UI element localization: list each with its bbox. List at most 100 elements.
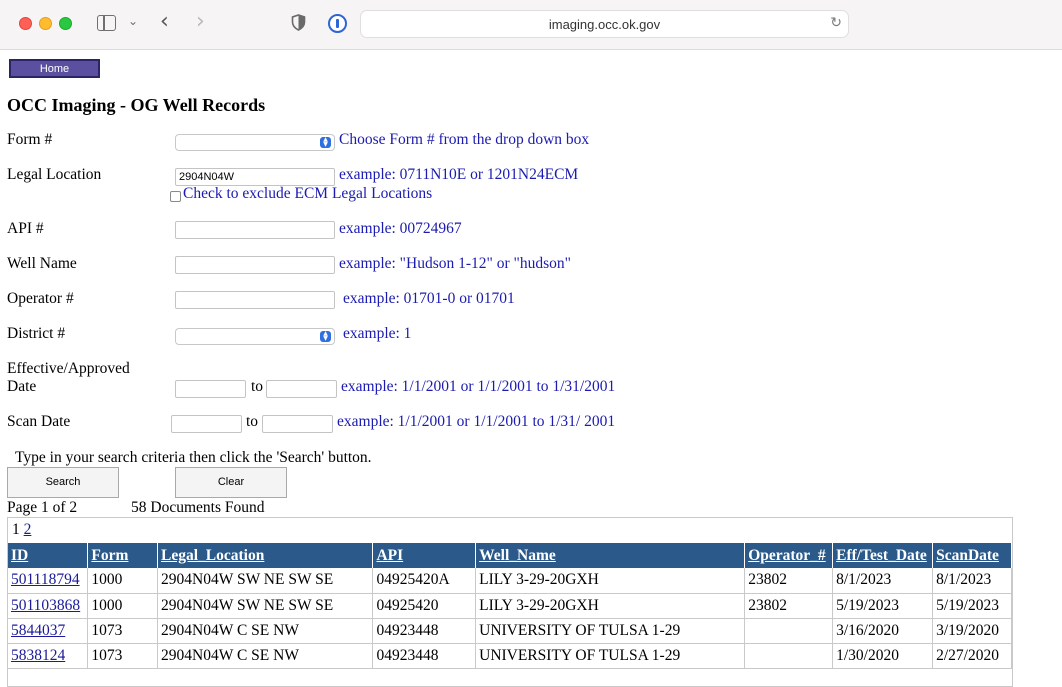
- effective-date-to-label: to: [251, 378, 264, 395]
- record-id-link[interactable]: 501118794: [11, 571, 80, 588]
- column-header-operator[interactable]: Operator_#: [744, 543, 834, 568]
- minimize-window-button[interactable]: [39, 17, 52, 30]
- table-row: 5844037 1073 2904N04W C SE NW 04923448 U…: [8, 618, 1012, 644]
- well-name-label: Well Name: [7, 255, 77, 272]
- cell-scan-date: 3/19/2020: [932, 618, 1012, 644]
- scan-date-hint: example: 1/1/2001 or 1/1/2001 to 1/31/ 2…: [337, 413, 616, 430]
- cell-eff-test-date: 3/16/2020: [832, 618, 934, 644]
- column-header-eff-test-date[interactable]: Eff/Test_Date: [832, 543, 934, 568]
- form-number-select[interactable]: ▲ ▼: [175, 134, 335, 151]
- table-row: 5838124 1073 2904N04W C SE NW 04923448 U…: [8, 643, 1012, 669]
- cell-api: 04923448: [372, 618, 477, 644]
- column-header-well-name[interactable]: Well_Name: [475, 543, 746, 568]
- page-info: Page 1 of 2: [7, 499, 78, 516]
- cell-operator: 23802: [744, 593, 834, 619]
- table-header-row: ID Form Legal_Location API Well_Name Ope…: [8, 543, 1012, 568]
- operator-hint: example: 01701-0 or 01701: [343, 290, 515, 307]
- exclude-ecm-label: Check to exclude ECM Legal Locations: [183, 185, 433, 202]
- cell-legal-location: 2904N04W SW NE SW SE: [157, 568, 374, 594]
- browser-toolbar: ⌄ ‹ › imaging.occ.ok.gov ↻: [0, 0, 1062, 50]
- effective-date-from-input[interactable]: [175, 380, 246, 398]
- effective-date-label-line2: Date: [7, 378, 37, 395]
- cell-form: 1000: [87, 593, 159, 619]
- cell-well-name: UNIVERSITY OF TULSA 1-29: [475, 618, 746, 644]
- api-input[interactable]: [175, 221, 335, 239]
- scan-date-to-input[interactable]: [262, 415, 333, 433]
- cell-legal-location: 2904N04W C SE NW: [157, 643, 374, 669]
- select-arrows-icon: ▲ ▼: [320, 331, 331, 342]
- cell-api: 04923448: [372, 643, 477, 669]
- column-header-legal-location[interactable]: Legal_Location: [157, 543, 374, 568]
- column-header-scan-date[interactable]: ScanDate: [932, 543, 1012, 568]
- cell-operator: [744, 618, 834, 644]
- operator-input[interactable]: [175, 291, 335, 309]
- api-hint: example: 00724967: [339, 220, 462, 237]
- table-row: 501118794 1000 2904N04W SW NE SW SE 0492…: [8, 568, 1012, 594]
- search-button[interactable]: Search: [7, 467, 119, 498]
- record-id-link[interactable]: 5838124: [11, 647, 65, 664]
- password-manager-icon[interactable]: [328, 14, 347, 33]
- back-icon[interactable]: ‹: [160, 9, 169, 34]
- effective-date-label-line1: Effective/Approved: [7, 360, 130, 377]
- exclude-ecm-checkbox[interactable]: [170, 191, 181, 202]
- operator-label: Operator #: [7, 290, 74, 307]
- legal-location-input[interactable]: 2904N04W: [175, 168, 335, 186]
- chevron-down-icon[interactable]: ⌄: [128, 14, 138, 28]
- cell-form: 1073: [87, 618, 159, 644]
- cell-eff-test-date: 8/1/2023: [832, 568, 934, 594]
- cell-operator: [744, 643, 834, 669]
- legal-location-label: Legal Location: [7, 166, 102, 183]
- cell-legal-location: 2904N04W SW NE SW SE: [157, 593, 374, 619]
- record-id-link[interactable]: 5844037: [11, 622, 65, 639]
- cell-scan-date: 2/27/2020: [932, 643, 1012, 669]
- page-title: OCC Imaging - OG Well Records: [7, 95, 266, 115]
- column-header-api[interactable]: API: [372, 543, 477, 568]
- url-text: imaging.occ.ok.gov: [548, 17, 661, 32]
- reload-icon[interactable]: ↻: [830, 15, 842, 31]
- cell-well-name: LILY 3-29-20GXH: [475, 568, 746, 594]
- legal-location-hint: example: 0711N10E or 1201N24ECM: [339, 166, 579, 183]
- forward-icon[interactable]: ›: [196, 9, 205, 34]
- form-number-hint: Choose Form # from the drop down box: [339, 131, 590, 148]
- column-header-id[interactable]: ID: [8, 543, 89, 568]
- zoom-window-button[interactable]: [59, 17, 72, 30]
- cell-well-name: UNIVERSITY OF TULSA 1-29: [475, 643, 746, 669]
- cell-api: 04925420: [372, 593, 477, 619]
- record-id-link[interactable]: 501103868: [11, 597, 80, 614]
- sidebar-icon[interactable]: [97, 15, 116, 31]
- column-header-form[interactable]: Form: [87, 543, 159, 568]
- shield-icon[interactable]: [291, 14, 306, 31]
- effective-date-to-input[interactable]: [266, 380, 337, 398]
- address-bar[interactable]: imaging.occ.ok.gov ↻: [360, 10, 849, 38]
- cell-form: 1000: [87, 568, 159, 594]
- scan-date-from-input[interactable]: [171, 415, 242, 433]
- scan-date-to-label: to: [246, 413, 259, 430]
- district-label: District #: [7, 325, 66, 342]
- form-number-label: Form #: [7, 131, 53, 148]
- results-table: ID Form Legal_Location API Well_Name Ope…: [8, 543, 1012, 669]
- cell-operator: 23802: [744, 568, 834, 594]
- clear-button[interactable]: Clear: [175, 467, 287, 498]
- results-panel: 1 2 ID Form Legal_Location API Well_Name…: [7, 517, 1013, 687]
- well-name-input[interactable]: [175, 256, 335, 274]
- cell-api: 04925420A: [372, 568, 477, 594]
- cell-scan-date: 8/1/2023: [932, 568, 1012, 594]
- table-row: 501103868 1000 2904N04W SW NE SW SE 0492…: [8, 593, 1012, 619]
- cell-scan-date: 5/19/2023: [932, 593, 1012, 619]
- pager: 1 2: [12, 521, 31, 539]
- district-hint: example: 1: [343, 325, 412, 342]
- cell-eff-test-date: 5/19/2023: [832, 593, 934, 619]
- search-instructions: Type in your search criteria then click …: [15, 449, 372, 466]
- pager-page-1[interactable]: 1: [12, 521, 20, 538]
- well-name-hint: example: "Hudson 1-12" or "hudson": [339, 255, 571, 272]
- close-window-button[interactable]: [19, 17, 32, 30]
- cell-eff-test-date: 1/30/2020: [832, 643, 934, 669]
- home-button[interactable]: Home: [9, 59, 100, 78]
- select-arrows-icon: ▲ ▼: [320, 137, 331, 148]
- pager-page-2[interactable]: 2: [24, 521, 32, 538]
- cell-well-name: LILY 3-29-20GXH: [475, 593, 746, 619]
- cell-form: 1073: [87, 643, 159, 669]
- scan-date-label: Scan Date: [7, 413, 71, 430]
- api-label: API #: [7, 220, 44, 237]
- district-select[interactable]: ▲ ▼: [175, 328, 335, 345]
